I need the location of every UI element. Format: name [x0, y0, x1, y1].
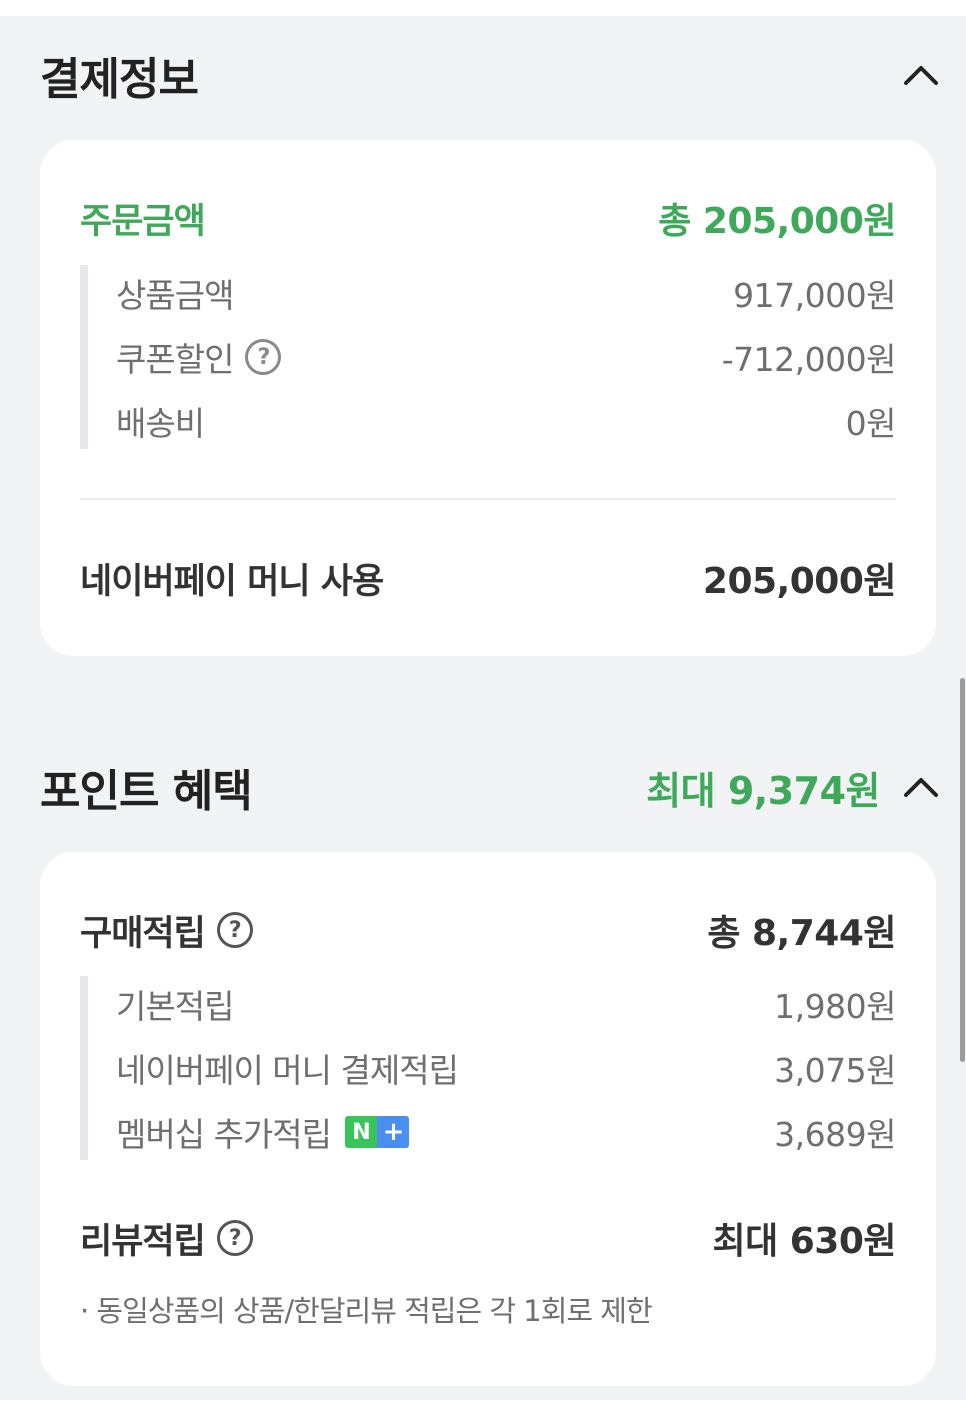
purchase-reward-label-wrap: 구매적립 ? [80, 905, 253, 956]
list-item: 멤버십 추가적립 N + 3,689원 [116, 1107, 896, 1157]
shipping-fee-label: 배송비 [116, 404, 205, 443]
payment-card: 주문금액 총 205,000원 상품금액 917,000원 쿠폰할인 ? -71… [40, 140, 936, 656]
chevron-up-icon[interactable] [902, 768, 940, 806]
naverpay-reward-label: 네이버페이 머니 결제적립 [116, 1051, 459, 1090]
review-limit-note: · 동일상품의 상품/한달리뷰 적립은 각 1회로 제한 [80, 1294, 653, 1328]
order-amount-breakdown: 상품금액 917,000원 쿠폰할인 ? -712,000원 배송비 0원 [80, 265, 897, 449]
coupon-discount-label: 쿠폰할인 [116, 340, 234, 379]
points-card: 구매적립 ? 총 8,744원 기본적립 1,980원 네이버페이 머니 결제적… [40, 852, 936, 1386]
divider [80, 498, 896, 500]
review-reward-label: 리뷰적립 [80, 1221, 206, 1262]
badge-n: N [345, 1116, 378, 1148]
shipping-fee-value: 0원 [845, 404, 897, 443]
purchase-reward-value: 총 8,744원 [707, 913, 896, 954]
points-section-title: 포인트 혜택 [40, 766, 253, 817]
naver-plus-badge-icon: N + [345, 1116, 410, 1148]
top-strip [0, 0, 966, 16]
naverpay-money-value: 205,000원 [702, 561, 897, 602]
order-amount-row: 주문금액 총 205,000원 [80, 190, 896, 246]
list-item: 기본적립 1,980원 [116, 979, 896, 1029]
scrollbar[interactable] [960, 678, 965, 1062]
question-circle-icon[interactable]: ? [216, 912, 253, 948]
naverpay-reward-value: 3,075원 [774, 1051, 896, 1090]
question-circle-icon[interactable]: ? [245, 339, 282, 375]
review-reward-value: 최대 630원 [712, 1221, 896, 1262]
membership-reward-label-wrap: 멤버십 추가적립 N + [116, 1108, 410, 1156]
naverpay-money-row: 네이버페이 머니 사용 205,000원 [80, 550, 897, 606]
max-benefit-value: 최대 9,374원 [646, 768, 880, 813]
payment-section-title: 결제정보 [40, 54, 199, 105]
bottom-strip [0, 1400, 966, 1412]
list-item: 상품금액 917,000원 [116, 268, 896, 318]
product-amount-label: 상품금액 [116, 276, 234, 315]
product-amount-value: 917,000원 [733, 276, 896, 315]
breakdown-bar [80, 265, 88, 449]
basic-reward-label: 기본적립 [116, 987, 234, 1026]
points-header-right: 최대 9,374원 [646, 760, 940, 815]
membership-reward-label: 멤버십 추가적립 [116, 1115, 332, 1154]
coupon-discount-label-wrap: 쿠폰할인 ? [116, 333, 282, 381]
points-section-header[interactable]: 포인트 혜택 최대 9,374원 [40, 752, 940, 822]
review-reward-row: 리뷰적립 ? 최대 630원 [80, 1210, 896, 1266]
list-item: 네이버페이 머니 결제적립 3,075원 [116, 1043, 896, 1093]
payment-section-header[interactable]: 결제정보 [40, 40, 940, 110]
naverpay-money-label: 네이버페이 머니 사용 [80, 561, 384, 602]
membership-reward-value: 3,689원 [774, 1115, 896, 1154]
chevron-up-icon[interactable] [902, 56, 940, 94]
order-amount-label: 주문금액 [80, 201, 206, 242]
breakdown-bar [80, 976, 88, 1160]
list-item: 쿠폰할인 ? -712,000원 [116, 332, 897, 382]
purchase-reward-breakdown: 기본적립 1,980원 네이버페이 머니 결제적립 3,075원 멤버십 추가적… [80, 976, 896, 1160]
badge-plus: + [377, 1116, 410, 1148]
review-reward-label-wrap: 리뷰적립 ? [80, 1213, 253, 1264]
order-amount-value: 총 205,000원 [658, 201, 896, 242]
basic-reward-value: 1,980원 [774, 987, 896, 1026]
coupon-discount-value: -712,000원 [721, 340, 897, 379]
purchase-reward-label: 구매적립 [80, 913, 206, 954]
purchase-reward-row: 구매적립 ? 총 8,744원 [80, 902, 896, 958]
question-circle-icon[interactable]: ? [216, 1220, 253, 1256]
list-item: 배송비 0원 [116, 396, 897, 446]
